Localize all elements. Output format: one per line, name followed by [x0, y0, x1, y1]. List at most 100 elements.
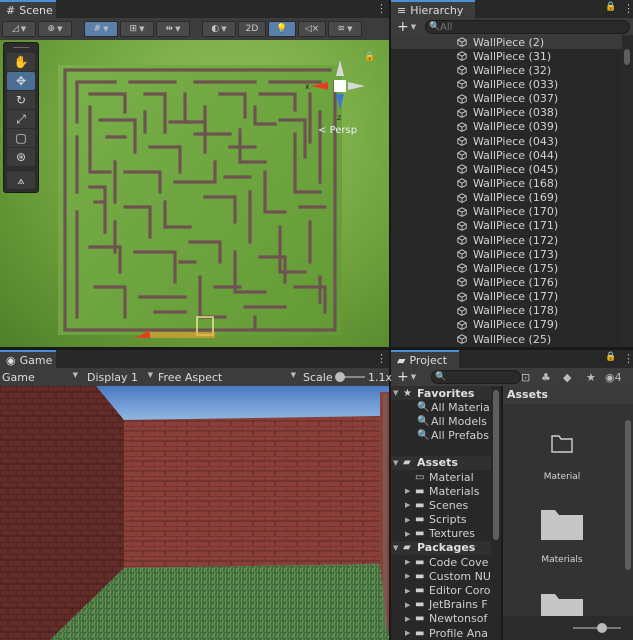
collapse-arrow-icon[interactable]: ▶: [405, 487, 415, 495]
effects-button[interactable]: ≋ ▼: [328, 21, 362, 37]
custom-tool-button[interactable]: ⟑: [7, 171, 35, 189]
tree-assets-item[interactable]: ▶ ▬ Materials: [391, 484, 501, 498]
hierarchy-item[interactable]: WallPiece (169): [391, 191, 622, 205]
collapse-arrow-icon[interactable]: ▶: [405, 530, 415, 538]
hierarchy-item[interactable]: WallPiece (31): [391, 49, 622, 63]
hierarchy-item[interactable]: WallPiece (170): [391, 205, 622, 219]
hierarchy-item[interactable]: WallPiece (179): [391, 318, 622, 332]
collapse-arrow-icon[interactable]: ▶: [405, 601, 415, 609]
tree-favorites[interactable]: ▼ ★ Favorites: [391, 386, 501, 401]
expand-arrow-icon[interactable]: ▼: [393, 389, 403, 397]
tag-icon[interactable]: ◆: [563, 371, 571, 384]
tree-package-item[interactable]: ▶ ▬ Code Cove: [391, 555, 501, 569]
tree-favorite-item[interactable]: 🔍 All Prefabs: [391, 429, 501, 443]
search-by-type-icon[interactable]: ⊡: [521, 371, 530, 384]
hierarchy-item[interactable]: WallPiece (038): [391, 106, 622, 120]
hierarchy-item[interactable]: WallPiece (178): [391, 304, 622, 318]
collapse-arrow-icon[interactable]: ▶: [405, 615, 415, 623]
lighting-toggle-button[interactable]: 💡: [268, 21, 296, 37]
hierarchy-item[interactable]: WallPiece (32): [391, 63, 622, 77]
project-tree-scrollbar[interactable]: [491, 386, 501, 640]
icon-size-slider[interactable]: [573, 623, 621, 633]
scale-tool-button[interactable]: ⤢: [7, 110, 35, 128]
hierarchy-item[interactable]: WallPiece (171): [391, 219, 622, 233]
tree-assets-item[interactable]: ▶ ▬ Textures: [391, 527, 501, 541]
scene-menu-icon[interactable]: ⋮: [376, 2, 387, 15]
project-menu-icon[interactable]: ⋮: [623, 352, 633, 365]
hierarchy-item[interactable]: WallPiece (043): [391, 134, 622, 148]
collapse-arrow-icon[interactable]: ▶: [405, 558, 415, 566]
collapse-arrow-icon[interactable]: ▶: [405, 572, 415, 580]
game-menu-icon[interactable]: ⋮: [376, 352, 387, 365]
icon-size-knob[interactable]: [597, 623, 607, 633]
tree-packages[interactable]: ▼ ▰ Packages: [391, 540, 501, 556]
asset-item-material[interactable]: Material: [525, 426, 599, 486]
hierarchy-item[interactable]: WallPiece (039): [391, 120, 622, 134]
expand-arrow-icon[interactable]: ▼: [393, 544, 403, 552]
hierarchy-menu-icon[interactable]: ⋮: [623, 2, 633, 15]
view-tool-button[interactable]: ✋: [7, 53, 35, 71]
audio-toggle-button[interactable]: ◁×: [298, 21, 326, 37]
move-tool-button[interactable]: ✥: [7, 72, 35, 90]
scale-slider[interactable]: [335, 372, 365, 382]
display-dropdown[interactable]: Display 1 ▼: [87, 371, 153, 384]
hidden-packages-badge[interactable]: ◉4: [605, 371, 622, 384]
persp-label[interactable]: < Persp: [318, 125, 357, 136]
grid-button[interactable]: ⊞ ▼: [120, 21, 154, 37]
scene-viewport[interactable]: ✋ ✥ ↻ ⤢ ▢ ⊛ ⟑ x z 🔒 < Persp: [0, 40, 389, 347]
hierarchy-item[interactable]: WallPiece (25): [391, 332, 622, 346]
hierarchy-item[interactable]: WallPiece (172): [391, 233, 622, 247]
tree-package-item[interactable]: ▶ ▬ JetBrains F: [391, 598, 501, 612]
rotate-tool-button[interactable]: ↻: [7, 91, 35, 109]
hierarchy-search-input[interactable]: 🔍 All: [425, 20, 630, 34]
tab-hierarchy[interactable]: ≡ Hierarchy: [391, 0, 475, 18]
scale-slider-knob[interactable]: [335, 372, 345, 382]
collapse-arrow-icon[interactable]: ▶: [405, 516, 415, 524]
snap-grid-button[interactable]: # ▼: [84, 21, 118, 37]
collapse-arrow-icon[interactable]: ▶: [405, 629, 415, 637]
hierarchy-item[interactable]: WallPiece (173): [391, 247, 622, 261]
lock-icon[interactable]: 🔒: [364, 52, 375, 62]
collapse-arrow-icon[interactable]: ▶: [405, 587, 415, 595]
asset-item-materials[interactable]: Materials: [525, 504, 599, 565]
orientation-gizmo[interactable]: x z: [303, 58, 369, 134]
hierarchy-item[interactable]: WallPiece (033): [391, 77, 622, 91]
hierarchy-item[interactable]: WallPiece (045): [391, 162, 622, 176]
collapse-arrow-icon[interactable]: ▶: [405, 501, 415, 509]
hierarchy-scrollbar[interactable]: [622, 35, 633, 347]
favorite-star-icon[interactable]: ★: [586, 371, 596, 384]
tree-package-item[interactable]: ▶ ▬ Profile Ana: [391, 626, 501, 640]
hierarchy-item[interactable]: WallPiece (176): [391, 275, 622, 289]
tree-package-item[interactable]: ▶ ▬ Custom NU: [391, 569, 501, 583]
project-lock-icon[interactable]: 🔒: [605, 352, 616, 362]
globe-button[interactable]: ⊕ ▼: [38, 21, 72, 37]
tab-scene[interactable]: # Scene: [0, 0, 56, 18]
hierarchy-item[interactable]: WallPiece (044): [391, 148, 622, 162]
hierarchy-scroll-thumb[interactable]: [624, 49, 630, 65]
hierarchy-item[interactable]: WallPiece (168): [391, 176, 622, 190]
hierarchy-item[interactable]: WallPiece (037): [391, 92, 622, 106]
assets-scrollbar[interactable]: [623, 404, 633, 616]
hierarchy-item[interactable]: WallPiece (2): [391, 35, 622, 50]
rect-tool-button[interactable]: ▢: [7, 129, 35, 147]
transform-tool-button[interactable]: ⊛: [7, 148, 35, 166]
tab-game[interactable]: ◉ Game: [0, 350, 56, 368]
tree-assets-item[interactable]: ▶ ▬ Scenes: [391, 498, 501, 512]
game-viewport[interactable]: [0, 386, 389, 640]
expand-arrow-icon[interactable]: ▼: [393, 459, 403, 467]
project-tree-scroll-thumb[interactable]: [493, 390, 499, 540]
tree-assets[interactable]: ▼ ▰ Assets: [391, 455, 501, 470]
aspect-dropdown[interactable]: Free Aspect ▼: [158, 371, 296, 384]
search-by-label-icon[interactable]: ♣: [541, 371, 551, 384]
game-mode-dropdown[interactable]: Game ▼: [2, 371, 78, 384]
tree-favorite-item[interactable]: 🔍 All Materia: [391, 400, 501, 414]
tree-assets-item[interactable]: ▭ Material: [391, 470, 501, 484]
2d-toggle-button[interactable]: 2D: [238, 21, 266, 37]
tree-package-item[interactable]: ▶ ▬ Newtonsof: [391, 612, 501, 626]
hierarchy-item[interactable]: WallPiece (177): [391, 290, 622, 304]
hierarchy-item[interactable]: WallPiece (175): [391, 261, 622, 275]
draw-mode-button[interactable]: ◿ ▼: [2, 21, 36, 37]
project-add-button[interactable]: + ▼: [391, 369, 421, 385]
shading-mode-button[interactable]: ◐ ▼: [202, 21, 236, 37]
hierarchy-lock-icon[interactable]: 🔒: [605, 2, 616, 12]
